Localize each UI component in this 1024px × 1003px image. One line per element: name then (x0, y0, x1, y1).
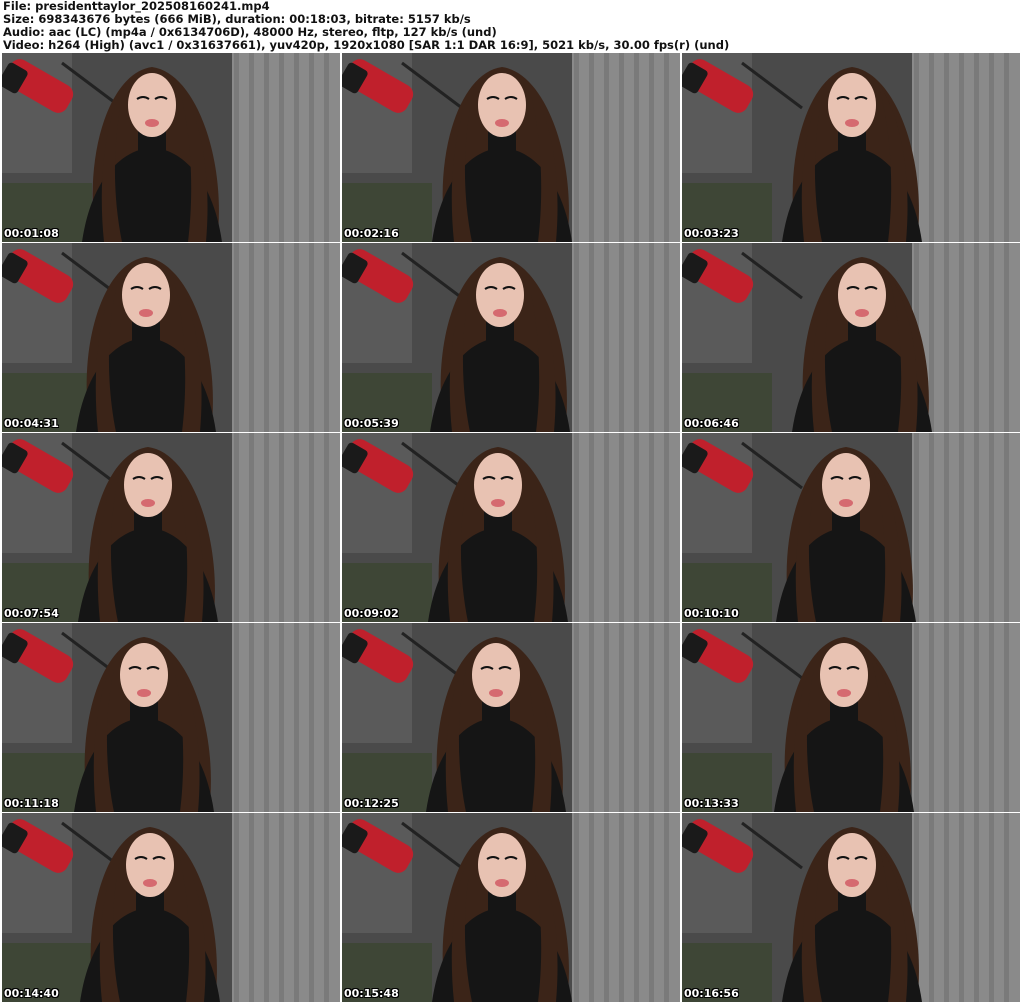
thumbnail-frame[interactable]: 00:13:33 (682, 623, 1020, 812)
video-frame-image (2, 53, 340, 242)
video-frame-image (2, 623, 340, 812)
video-frame-image (342, 53, 680, 242)
thumbnail-frame[interactable]: 00:05:39 (342, 243, 680, 432)
timestamp-label: 00:14:40 (4, 987, 59, 1000)
timestamp-label: 00:05:39 (344, 417, 399, 430)
video-frame-image (2, 813, 340, 1002)
thumbnail-frame[interactable]: 00:04:31 (2, 243, 340, 432)
timestamp-label: 00:09:02 (344, 607, 399, 620)
timestamp-label: 00:01:08 (4, 227, 59, 240)
video-frame-image (342, 243, 680, 432)
thumbnail-frame[interactable]: 00:06:46 (682, 243, 1020, 432)
timestamp-label: 00:12:25 (344, 797, 399, 810)
thumbnail-frame[interactable]: 00:03:23 (682, 53, 1020, 242)
timestamp-label: 00:13:33 (684, 797, 739, 810)
timestamp-label: 00:06:46 (684, 417, 739, 430)
thumbnail-grid: 00:01:08 00:02:16 00:03:23 00:04:31 00:0… (2, 53, 1022, 1003)
timestamp-label: 00:15:48 (344, 987, 399, 1000)
video-frame-image (2, 433, 340, 622)
video-frame-image (342, 813, 680, 1002)
file-size-line: Size: 698343676 bytes (666 MiB), duratio… (3, 13, 471, 26)
thumbnail-frame[interactable]: 00:10:10 (682, 433, 1020, 622)
thumbnail-frame[interactable]: 00:15:48 (342, 813, 680, 1002)
audio-info-line: Audio: aac (LC) (mp4a / 0x6134706D), 480… (3, 26, 497, 39)
timestamp-label: 00:07:54 (4, 607, 59, 620)
video-frame-image (682, 433, 1020, 622)
thumbnail-frame[interactable]: 00:16:56 (682, 813, 1020, 1002)
video-frame-image (342, 433, 680, 622)
thumbnail-frame[interactable]: 00:12:25 (342, 623, 680, 812)
timestamp-label: 00:04:31 (4, 417, 59, 430)
timestamp-label: 00:11:18 (4, 797, 59, 810)
video-frame-image (342, 623, 680, 812)
thumbnail-frame[interactable]: 00:11:18 (2, 623, 340, 812)
thumbnail-frame[interactable]: 00:14:40 (2, 813, 340, 1002)
video-frame-image (682, 53, 1020, 242)
video-frame-image (682, 243, 1020, 432)
thumbnail-frame[interactable]: 00:09:02 (342, 433, 680, 622)
thumbnail-frame[interactable]: 00:07:54 (2, 433, 340, 622)
timestamp-label: 00:10:10 (684, 607, 739, 620)
thumbnail-frame[interactable]: 00:01:08 (2, 53, 340, 242)
timestamp-label: 00:03:23 (684, 227, 739, 240)
video-frame-image (2, 243, 340, 432)
timestamp-label: 00:16:56 (684, 987, 739, 1000)
video-info-line: Video: h264 (High) (avc1 / 0x31637661), … (3, 39, 730, 52)
thumbnail-frame[interactable]: 00:02:16 (342, 53, 680, 242)
video-frame-image (682, 623, 1020, 812)
video-frame-image (682, 813, 1020, 1002)
file-name-line: File: presidenttaylor_202508160241.mp4 (3, 0, 270, 13)
file-info-header: File: presidenttaylor_202508160241.mp4 S… (3, 0, 1021, 52)
timestamp-label: 00:02:16 (344, 227, 399, 240)
